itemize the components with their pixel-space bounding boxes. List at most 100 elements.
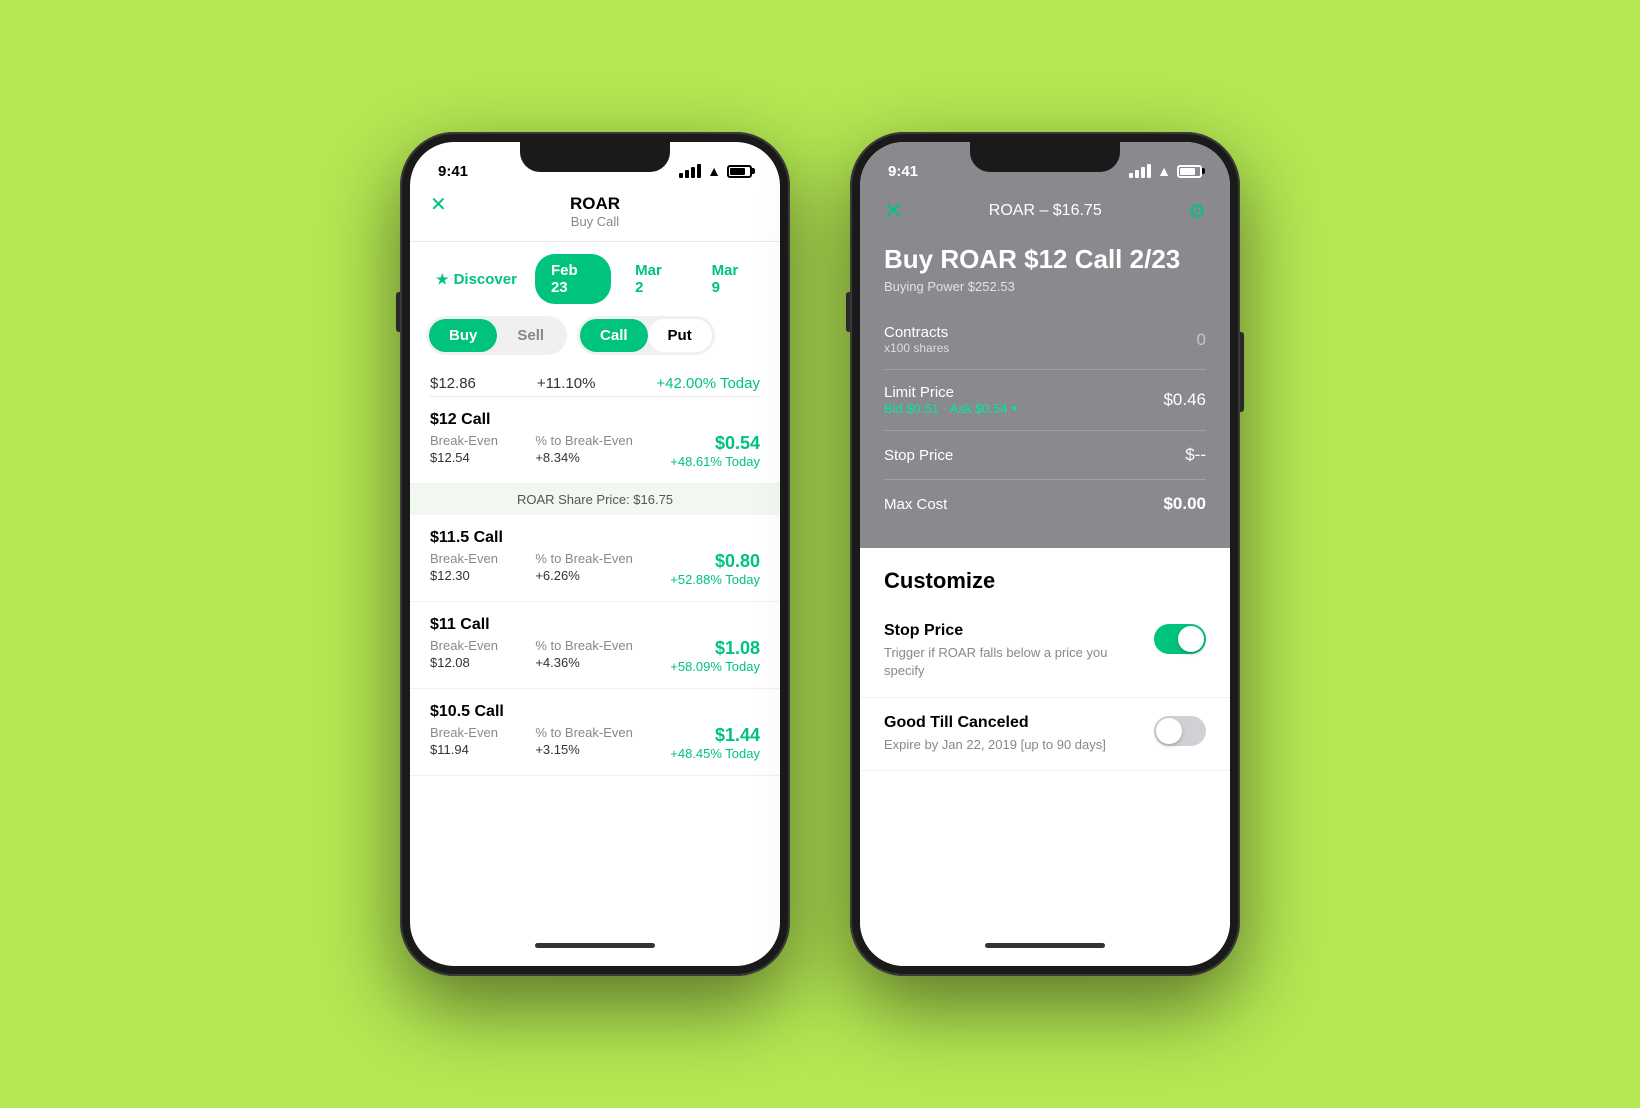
contracts-sublabel: x100 shares [884, 341, 949, 355]
close-button-right[interactable]: ✕ [884, 198, 902, 224]
put-button[interactable]: Put [648, 319, 712, 352]
price-today: +42.00% Today [656, 375, 760, 392]
option-pct-11call: % to Break-Even +4.36% [535, 638, 633, 670]
notch-right [970, 142, 1120, 172]
limit-price-label: Limit Price [884, 384, 1017, 401]
phone1-header: ✕ ROAR Buy Call [410, 186, 780, 242]
max-cost-label-group: Max Cost [884, 496, 947, 513]
stop-price-toggle[interactable] [1154, 624, 1206, 654]
tab-feb23[interactable]: Feb 23 [535, 254, 611, 304]
sell-button[interactable]: Sell [497, 319, 564, 352]
signal-icon [679, 164, 701, 178]
gtc-label: Good Till Canceled [884, 714, 1106, 732]
stop-price-field[interactable]: Stop Price $-- [884, 431, 1206, 480]
close-button-left[interactable]: ✕ [430, 192, 447, 217]
gtc-toggle[interactable] [1154, 716, 1206, 746]
phone2-content: 9:41 ▲ [860, 142, 1230, 966]
chevron-down-icon: ▾ [1012, 402, 1018, 415]
tab-mar2[interactable]: Mar 2 [619, 254, 687, 304]
phone-right: 9:41 ▲ [850, 132, 1240, 976]
bid-ask-text: Bid $0.51 · Ask $0.54 [884, 401, 1008, 416]
call-button[interactable]: Call [580, 319, 648, 352]
battery-icon-right [1177, 165, 1202, 178]
option-price-115call: $0.80 +52.88% Today [670, 551, 760, 587]
option-price-12call: $0.54 +48.61% Today [670, 433, 760, 469]
wifi-icon-right: ▲ [1157, 163, 1171, 179]
order-fields: Contracts x100 shares 0 Limit Price Bid … [860, 310, 1230, 528]
expiry-tabs: ★ Discover Feb 23 Mar 2 Mar 9 [410, 242, 780, 316]
option-meta-115call: Break-Even $12.30 [430, 551, 498, 583]
option-title-12call: $12 Call [430, 411, 760, 429]
option-price-105call: $1.44 +48.45% Today [670, 725, 760, 761]
discover-tab[interactable]: ★ Discover [426, 263, 527, 296]
buying-power: Buying Power $252.53 [860, 279, 1230, 310]
gray-section: 9:41 ▲ [860, 142, 1230, 548]
gtc-label-group: Good Till Canceled Expire by Jan 22, 201… [884, 714, 1106, 754]
bid-ask: Bid $0.51 · Ask $0.54 ▾ [884, 401, 1017, 416]
customize-title: Customize [860, 548, 1230, 606]
contracts-label-group: Contracts x100 shares [884, 324, 949, 355]
option-row-12call[interactable]: $12 Call Break-Even $12.54 % to Break-Ev… [410, 397, 780, 484]
home-indicator-right [985, 943, 1105, 948]
option-pct-105call: % to Break-Even +3.15% [535, 725, 633, 757]
stop-price-customize-label-group: Stop Price Trigger if ROAR falls below a… [884, 622, 1124, 680]
home-indicator-left [535, 943, 655, 948]
phone1-content: 9:41 ▲ ✕ ROAR Buy Call [410, 142, 780, 966]
ticker-left: ROAR [570, 194, 620, 214]
contracts-value[interactable]: 0 [1197, 330, 1206, 350]
max-cost-label: Max Cost [884, 496, 947, 513]
phone2-screen: 9:41 ▲ [860, 142, 1230, 966]
stop-price-value[interactable]: $-- [1185, 445, 1206, 465]
option-pct-12call: % to Break-Even +8.34% [535, 433, 633, 465]
contracts-label: Contracts [884, 324, 949, 341]
contracts-field[interactable]: Contracts x100 shares 0 [884, 310, 1206, 370]
star-icon: ★ [436, 271, 449, 288]
stop-price-label: Stop Price [884, 447, 953, 464]
phone2-header: ✕ ROAR – $16.75 ⚙ [860, 186, 1230, 232]
option-row-11call[interactable]: $11 Call Break-Even $12.08 % to Break-Ev… [410, 602, 780, 689]
phone-left: 9:41 ▲ ✕ ROAR Buy Call [400, 132, 790, 976]
limit-price-field[interactable]: Limit Price Bid $0.51 · Ask $0.54 ▾ $0.4… [884, 370, 1206, 431]
stop-price-label-group: Stop Price [884, 447, 953, 464]
stop-price-customize-sub: Trigger if ROAR falls below a price you … [884, 644, 1124, 680]
price-pct: +11.10% [537, 375, 596, 392]
tab-mar9[interactable]: Mar 9 [696, 254, 764, 304]
option-price-11call: $1.08 +58.09% Today [670, 638, 760, 674]
call-put-toggle: Call Put [577, 316, 715, 355]
share-price-banner: ROAR Share Price: $16.75 [410, 484, 780, 515]
max-cost-value: $0.00 [1163, 494, 1206, 514]
time-left: 9:41 [438, 163, 468, 180]
buy-button[interactable]: Buy [429, 319, 497, 352]
gtc-sub: Expire by Jan 22, 2019 [up to 90 days] [884, 736, 1106, 754]
buy-title: Buy ROAR $12 Call 2/23 [860, 232, 1230, 279]
option-meta-12call: Break-Even $12.54 [430, 433, 498, 465]
stock-price: $12.86 [430, 375, 476, 392]
max-cost-field: Max Cost $0.00 [884, 480, 1206, 528]
option-title-11call: $11 Call [430, 616, 760, 634]
gtc-customize-row: Good Till Canceled Expire by Jan 22, 201… [860, 698, 1230, 771]
buy-sell-toggle: Buy Sell [426, 316, 567, 355]
status-icons-right: ▲ [1129, 163, 1202, 179]
wifi-icon: ▲ [707, 163, 721, 179]
option-row-105call[interactable]: $10.5 Call Break-Even $11.94 % to Break-… [410, 689, 780, 776]
option-title-115call: $11.5 Call [430, 529, 760, 547]
battery-icon [727, 165, 752, 178]
notch-left [520, 142, 670, 172]
header-title-right: ROAR – $16.75 [989, 202, 1102, 220]
limit-price-label-group: Limit Price Bid $0.51 · Ask $0.54 ▾ [884, 384, 1017, 416]
time-right: 9:41 [888, 163, 918, 180]
customize-section: Customize Stop Price Trigger if ROAR fal… [860, 548, 1230, 966]
subtitle-left: Buy Call [571, 214, 619, 229]
option-pct-115call: % to Break-Even +6.26% [535, 551, 633, 583]
option-row-115call[interactable]: $11.5 Call Break-Even $12.30 % to Break-… [410, 515, 780, 602]
status-icons-left: ▲ [679, 163, 752, 179]
stop-price-customize-row: Stop Price Trigger if ROAR falls below a… [860, 606, 1230, 697]
stop-price-customize-label: Stop Price [884, 622, 1124, 640]
option-title-105call: $10.5 Call [430, 703, 760, 721]
gear-icon-right[interactable]: ⚙ [1188, 199, 1206, 224]
signal-icon-right [1129, 164, 1151, 178]
limit-price-value[interactable]: $0.46 [1163, 390, 1206, 410]
action-toggles: Buy Sell Call Put [410, 316, 780, 367]
option-meta-105call: Break-Even $11.94 [430, 725, 498, 757]
discover-label: Discover [454, 271, 517, 288]
